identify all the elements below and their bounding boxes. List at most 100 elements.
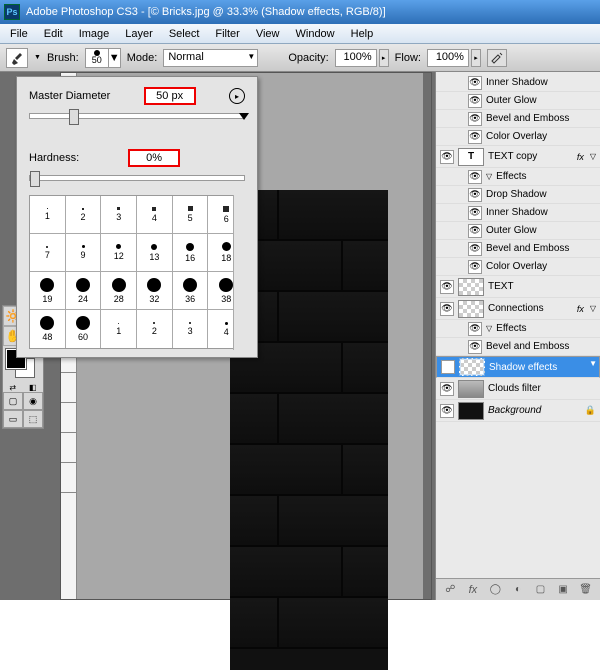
- play-icon[interactable]: ▸: [229, 88, 245, 104]
- effect-row[interactable]: 👁Color Overlay: [436, 258, 600, 276]
- twirl-down-icon[interactable]: ▽: [590, 152, 596, 161]
- menu-layer[interactable]: Layer: [117, 26, 161, 42]
- visibility-toggle[interactable]: 👁: [468, 112, 482, 126]
- master-diameter-value[interactable]: 50 px: [144, 87, 196, 105]
- effect-row[interactable]: 👁Color Overlay: [436, 128, 600, 146]
- layer-thumbnail[interactable]: [459, 358, 485, 376]
- twirl-down-icon[interactable]: ▽: [486, 172, 492, 181]
- menu-help[interactable]: Help: [343, 26, 382, 42]
- brush-preset-picker[interactable]: 50 ▼: [85, 48, 121, 68]
- twirl-down-icon[interactable]: ▽: [486, 324, 492, 333]
- effect-row[interactable]: 👁Inner Shadow: [436, 74, 600, 92]
- brush-preset-4[interactable]: 4: [137, 196, 173, 234]
- brush-preset-7[interactable]: 7: [30, 234, 66, 272]
- visibility-toggle[interactable]: 👁: [468, 94, 482, 108]
- airbrush-icon[interactable]: [487, 49, 507, 67]
- brush-preset-16[interactable]: 16: [173, 234, 209, 272]
- swap-colors-icon[interactable]: ⇄: [9, 383, 16, 392]
- standard-mode-icon[interactable]: ▢: [3, 392, 23, 410]
- menu-filter[interactable]: Filter: [207, 26, 247, 42]
- brush-preset-2[interactable]: 2: [137, 310, 173, 348]
- effects-header[interactable]: 👁▽Effects: [436, 168, 600, 186]
- brush-preset-1[interactable]: 1: [101, 310, 137, 348]
- layer-row[interactable]: 👁TEXT: [436, 276, 600, 298]
- layer-row[interactable]: 👁Connectionsfx▽: [436, 298, 600, 320]
- visibility-toggle[interactable]: 👁: [468, 76, 482, 90]
- opacity-arrow[interactable]: ▸: [379, 49, 389, 67]
- effect-row[interactable]: 👁Bevel and Emboss: [436, 110, 600, 128]
- change-screen-icon[interactable]: ⬚: [23, 410, 43, 428]
- layer-row[interactable]: 👁Shadow effects: [436, 356, 600, 378]
- brush-preset-3[interactable]: 3: [101, 196, 137, 234]
- layer-row[interactable]: 👁TTEXT copyfx▽: [436, 146, 600, 168]
- layer-thumbnail[interactable]: T: [458, 148, 484, 166]
- brush-preset-28[interactable]: 28: [101, 272, 137, 310]
- brush-preset-1[interactable]: 1: [30, 196, 66, 234]
- hardness-slider[interactable]: [29, 175, 245, 181]
- layer-mask-icon[interactable]: ◯: [487, 583, 503, 597]
- flyout-menu-icon[interactable]: [239, 113, 249, 120]
- brush-preset-9[interactable]: 9: [66, 234, 102, 272]
- screen-mode-icon[interactable]: ▭: [3, 410, 23, 428]
- brush-preset-24[interactable]: 24: [66, 272, 102, 310]
- brush-preset-32[interactable]: 32: [137, 272, 173, 310]
- visibility-toggle[interactable]: 👁: [468, 224, 482, 238]
- twirl-down-icon[interactable]: ▽: [590, 304, 596, 313]
- effect-row[interactable]: 👁Bevel and Emboss: [436, 338, 600, 356]
- visibility-toggle[interactable]: 👁: [440, 150, 454, 164]
- visibility-toggle[interactable]: 👁: [468, 242, 482, 256]
- delete-layer-icon[interactable]: 🗑: [578, 583, 594, 597]
- visibility-toggle[interactable]: 👁: [440, 404, 454, 418]
- effect-row[interactable]: 👁Inner Shadow: [436, 204, 600, 222]
- layer-row[interactable]: 👁Background🔒: [436, 400, 600, 422]
- effect-row[interactable]: 👁Outer Glow: [436, 92, 600, 110]
- brush-preset-48[interactable]: 48: [30, 310, 66, 348]
- menu-file[interactable]: File: [2, 26, 36, 42]
- flow-arrow[interactable]: ▸: [471, 49, 481, 67]
- visibility-toggle[interactable]: 👁: [468, 260, 482, 274]
- layer-group-icon[interactable]: ▢: [533, 583, 549, 597]
- visibility-toggle[interactable]: 👁: [468, 322, 482, 336]
- brush-grid-scrollbar[interactable]: [233, 195, 247, 350]
- brush-preset-5[interactable]: 5: [173, 196, 209, 234]
- visibility-toggle[interactable]: 👁: [441, 360, 455, 374]
- layer-row[interactable]: 👁Clouds filter: [436, 378, 600, 400]
- menu-view[interactable]: View: [248, 26, 288, 42]
- layer-thumbnail[interactable]: [458, 278, 484, 296]
- visibility-toggle[interactable]: 👁: [440, 382, 454, 396]
- default-colors-icon[interactable]: ◧: [29, 383, 37, 392]
- visibility-toggle[interactable]: 👁: [468, 130, 482, 144]
- effect-row[interactable]: 👁Outer Glow: [436, 222, 600, 240]
- flow-input[interactable]: 100%: [427, 49, 469, 67]
- effect-row[interactable]: 👁Bevel and Emboss: [436, 240, 600, 258]
- quick-mask-icon[interactable]: ◉: [23, 392, 43, 410]
- brush-preset-13[interactable]: 13: [137, 234, 173, 272]
- effect-row[interactable]: 👁Drop Shadow: [436, 186, 600, 204]
- effects-header[interactable]: 👁▽Effects: [436, 320, 600, 338]
- mode-select[interactable]: Normal: [163, 49, 258, 67]
- new-layer-icon[interactable]: ▣: [555, 583, 571, 597]
- brush-preset-3[interactable]: 3: [173, 310, 209, 348]
- brush-preset-60[interactable]: 60: [66, 310, 102, 348]
- layer-thumbnail[interactable]: [458, 380, 484, 398]
- visibility-toggle[interactable]: 👁: [440, 280, 454, 294]
- visibility-toggle[interactable]: 👁: [468, 188, 482, 202]
- adjustment-layer-icon[interactable]: ◐: [510, 583, 526, 597]
- brush-preset-36[interactable]: 36: [173, 272, 209, 310]
- brush-preset-2[interactable]: 2: [66, 196, 102, 234]
- hardness-value[interactable]: 0%: [128, 149, 180, 167]
- brush-tool-icon[interactable]: [6, 48, 28, 68]
- layer-style-icon[interactable]: fx: [465, 583, 481, 597]
- menu-image[interactable]: Image: [71, 26, 118, 42]
- layer-thumbnail[interactable]: [458, 402, 484, 420]
- visibility-toggle[interactable]: 👁: [468, 340, 482, 354]
- brush-preset-19[interactable]: 19: [30, 272, 66, 310]
- visibility-toggle[interactable]: 👁: [440, 302, 454, 316]
- layer-thumbnail[interactable]: [458, 300, 484, 318]
- opacity-input[interactable]: 100%: [335, 49, 377, 67]
- menu-select[interactable]: Select: [161, 26, 208, 42]
- visibility-toggle[interactable]: 👁: [468, 170, 482, 184]
- link-layers-icon[interactable]: ☍: [442, 583, 458, 597]
- menu-window[interactable]: Window: [288, 26, 343, 42]
- diameter-slider[interactable]: [29, 113, 245, 119]
